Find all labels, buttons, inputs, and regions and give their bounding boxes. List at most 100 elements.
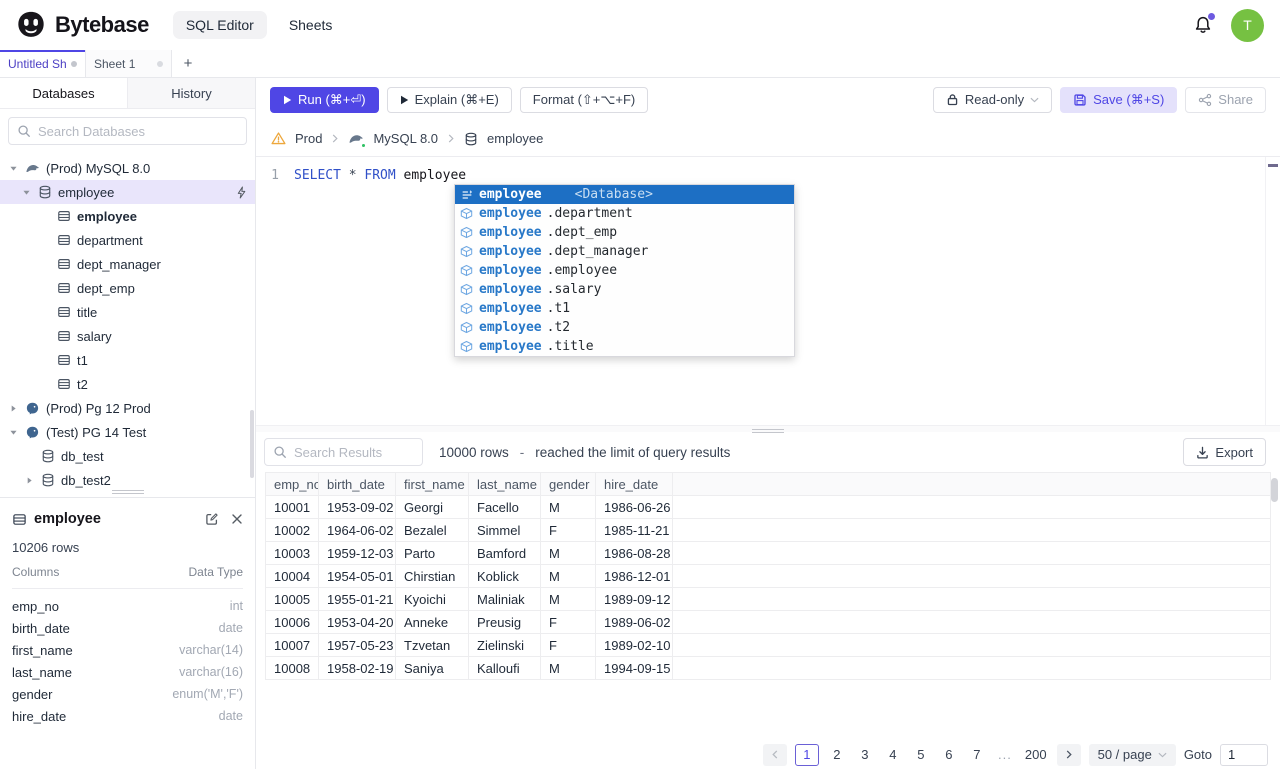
tree-table-dept-manager[interactable]: dept_manager <box>0 252 255 276</box>
page-6[interactable]: 6 <box>939 744 959 766</box>
breadcrumb-database[interactable]: employee <box>487 131 543 146</box>
share-button[interactable]: Share <box>1185 86 1266 113</box>
nav-sql-editor[interactable]: SQL Editor <box>172 11 267 39</box>
tab-history[interactable]: History <box>128 78 255 108</box>
autocomplete-item[interactable]: employee .department <box>455 204 794 223</box>
format-button[interactable]: Format (⇧+⌥+F) <box>519 86 649 113</box>
page-7[interactable]: 7 <box>967 744 987 766</box>
new-sheet-button[interactable]: + <box>172 50 204 77</box>
tree-table-salary[interactable]: salary <box>0 324 255 348</box>
table-row[interactable]: 10003 1959-12-03 Parto Bamford M 1986-08-28 <box>265 541 1271 565</box>
cube-icon <box>459 226 474 239</box>
table-row[interactable]: 10005 1955-01-21 Kyoichi Maliniak M 1989-09-1… <box>265 587 1271 611</box>
close-icon[interactable] <box>231 513 243 525</box>
tab-untitled-sheet[interactable]: Untitled Sheet <box>0 50 86 77</box>
cell: M <box>540 564 596 588</box>
autocomplete-item[interactable]: employee .dept_emp <box>455 223 794 242</box>
autocomplete-item-selected[interactable]: employee <Database> <box>455 185 794 204</box>
tab-sheet-1[interactable]: Sheet 1 <box>86 50 172 77</box>
autocomplete-item[interactable]: employee .title <box>455 337 794 356</box>
tab-dirty-dot[interactable] <box>157 60 163 67</box>
next-page-button[interactable] <box>1056 743 1081 766</box>
tree-table-employee[interactable]: employee <box>0 204 255 228</box>
cell: Zielinski <box>468 633 541 657</box>
tab-databases[interactable]: Databases <box>0 78 128 108</box>
autocomplete-item[interactable]: employee .dept_manager <box>455 242 794 261</box>
nav-sheets[interactable]: Sheets <box>289 17 333 33</box>
results-scrollbar[interactable] <box>1271 478 1278 502</box>
column-header-gender[interactable]: gender <box>540 472 596 496</box>
sidebar-scrollbar[interactable] <box>250 410 254 478</box>
readonly-mode-select[interactable]: Read-only <box>932 86 1053 113</box>
save-icon <box>1073 93 1087 107</box>
search-results-box[interactable] <box>264 438 423 466</box>
goto-page-input[interactable] <box>1220 743 1268 766</box>
autocomplete-item[interactable]: employee .employee <box>455 261 794 280</box>
table-row[interactable]: 10001 1953-09-02 Georgi Facello M 1986-06-26 <box>265 495 1271 519</box>
tree-table-title[interactable]: title <box>0 300 255 324</box>
suggestion-name: employee <box>479 320 542 335</box>
column-header-first-name[interactable]: first_name <box>395 472 469 496</box>
search-databases-input[interactable] <box>38 123 238 139</box>
page-200[interactable]: 200 <box>1023 744 1049 766</box>
table-row[interactable]: 10008 1958-02-19 Saniya Kalloufi M 1994-09-15 <box>265 656 1271 680</box>
column-header-hire-date[interactable]: hire_date <box>595 472 673 496</box>
export-button[interactable]: Export <box>1183 438 1266 466</box>
page-size-select[interactable]: 50 / page <box>1088 743 1176 766</box>
caret-right-icon[interactable] <box>8 404 19 413</box>
column-header-birth-date[interactable]: birth_date <box>318 472 396 496</box>
caret-down-icon[interactable] <box>21 188 32 197</box>
sql-editor[interactable]: 1 SELECT * FROM employee employee <Datab… <box>256 156 1280 425</box>
table-row[interactable]: 10004 1954-05-01 Chirstian Koblick M 1986-12-… <box>265 564 1271 588</box>
edit-icon[interactable] <box>205 512 219 526</box>
column-header-last-name[interactable]: last_name <box>468 472 541 496</box>
page-3[interactable]: 3 <box>855 744 875 766</box>
tree-database-db-test[interactable]: db_test <box>0 444 255 468</box>
autocomplete-item[interactable]: employee .t2 <box>455 318 794 337</box>
tree-database-employee[interactable]: employee <box>0 180 255 204</box>
explain-button[interactable]: Explain (⌘+E) <box>386 86 512 113</box>
column-header-emp-no[interactable]: emp_no <box>265 472 319 496</box>
run-button[interactable]: Run (⌘+⏎) <box>270 86 379 113</box>
panel-resize-handle[interactable] <box>111 488 144 496</box>
table-row[interactable]: 10006 1953-04-20 Anneke Preusig F 1989-06-02 <box>265 610 1271 634</box>
breadcrumb-environment[interactable]: Prod <box>295 131 322 146</box>
column-type: date <box>218 709 243 723</box>
page-5[interactable]: 5 <box>911 744 931 766</box>
cell: Facello <box>468 495 541 519</box>
avatar[interactable]: T <box>1231 8 1264 42</box>
tree-instance-mysql[interactable]: (Prod) MySQL 8.0 <box>0 156 255 180</box>
splitter-handle[interactable] <box>752 427 784 435</box>
lightning-bolt-icon[interactable] <box>236 185 247 199</box>
table-row[interactable]: 10002 1964-06-02 Bezalel Simmel F 1985-11-21 <box>265 518 1271 542</box>
tree-table-t2[interactable]: t2 <box>0 372 255 396</box>
prev-page-button[interactable] <box>762 743 787 766</box>
page-1[interactable]: 1 <box>794 743 819 766</box>
page-2[interactable]: 2 <box>827 744 847 766</box>
caret-down-icon[interactable] <box>8 428 19 437</box>
notification-bell-icon[interactable] <box>1193 12 1216 35</box>
table-row[interactable]: 10007 1957-05-23 Tzvetan Zielinski F 1989-02-… <box>265 633 1271 657</box>
editor-results-splitter[interactable] <box>256 425 1280 435</box>
cell: 10006 <box>265 610 319 634</box>
tree-table-department[interactable]: department <box>0 228 255 252</box>
tree-table-dept-emp[interactable]: dept_emp <box>0 276 255 300</box>
brand[interactable]: Bytebase <box>16 10 149 40</box>
struct-icon <box>459 189 474 201</box>
tab-dirty-dot[interactable] <box>71 60 77 67</box>
tree-instance-pg12[interactable]: (Prod) Pg 12 Prod <box>0 396 255 420</box>
tree-instance-pg14[interactable]: (Test) PG 14 Test <box>0 420 255 444</box>
save-button[interactable]: Save (⌘+S) <box>1060 86 1178 113</box>
editor-minimap[interactable] <box>1265 157 1280 425</box>
search-results-input[interactable] <box>294 444 414 460</box>
breadcrumb-instance[interactable]: MySQL 8.0 <box>373 131 438 146</box>
column-type: varchar(16) <box>179 665 243 679</box>
caret-down-icon[interactable] <box>8 164 19 173</box>
search-databases-box[interactable] <box>8 117 247 145</box>
autocomplete-item[interactable]: employee .salary <box>455 280 794 299</box>
autocomplete-item[interactable]: employee .t1 <box>455 299 794 318</box>
caret-right-icon[interactable] <box>24 476 35 485</box>
page-4[interactable]: 4 <box>883 744 903 766</box>
tree-table-t1[interactable]: t1 <box>0 348 255 372</box>
chevron-down-icon <box>1030 97 1039 103</box>
